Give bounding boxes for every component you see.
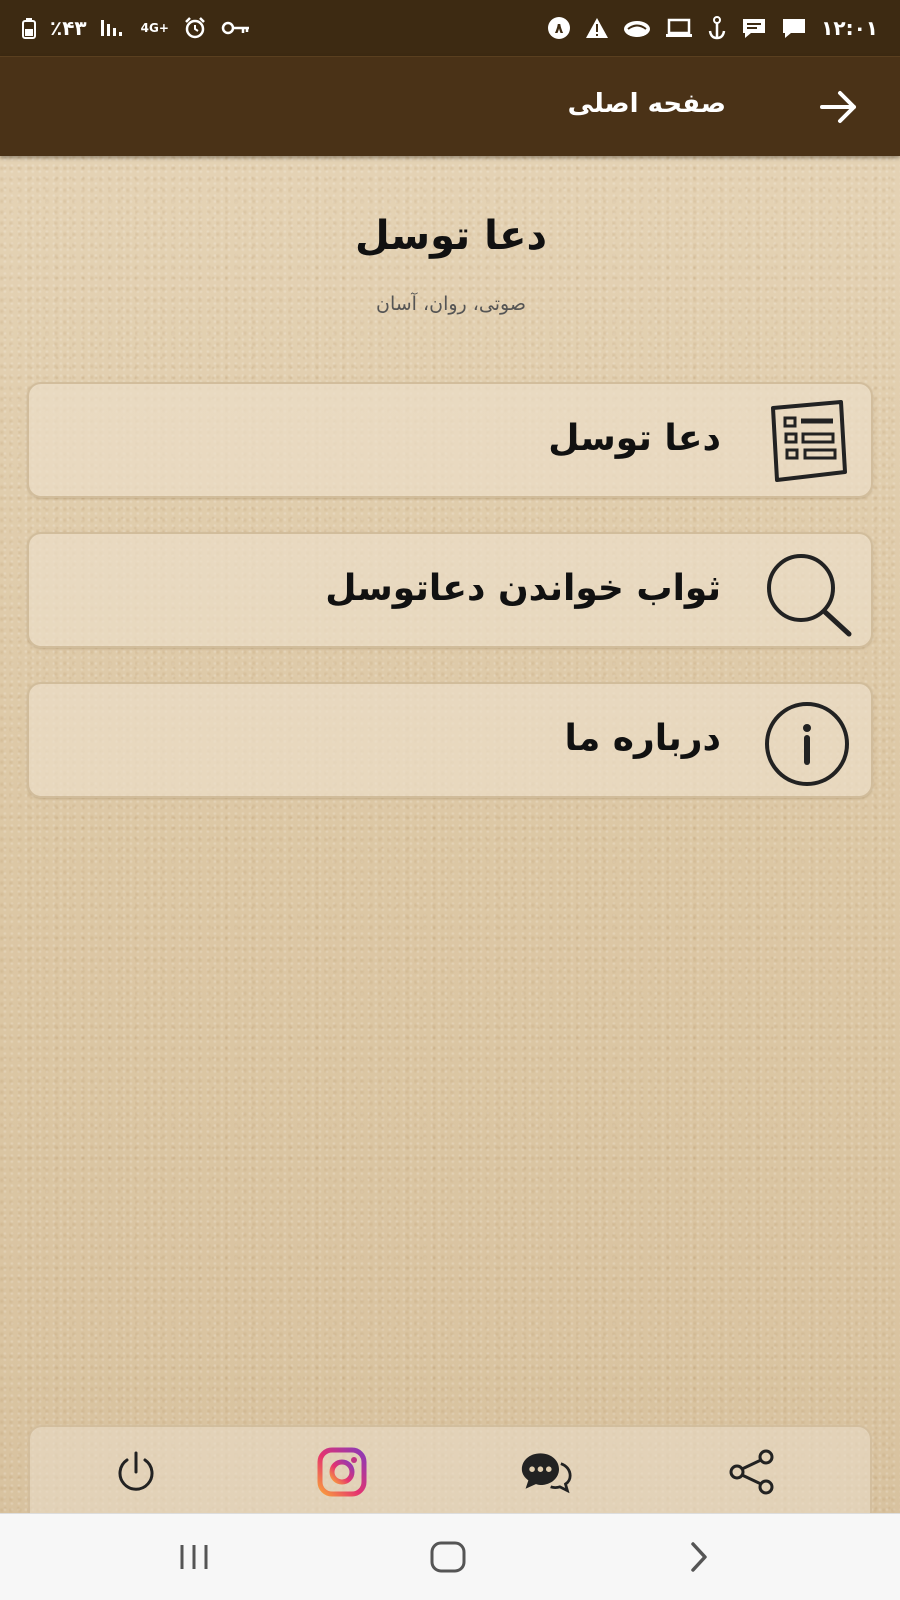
status-left: ٪۴۳ 4G+ — [22, 16, 251, 40]
message-icon — [741, 17, 767, 39]
anchor-icon — [707, 16, 727, 40]
menu-item-reward[interactable]: ثواب خواندن دعاتوسل — [27, 532, 873, 648]
alarm-icon — [183, 16, 207, 40]
battery-percent: ٪۴۳ — [50, 16, 87, 40]
recent-apps-icon[interactable] — [164, 1532, 224, 1582]
app-bar-title: صفحه اصلی — [567, 89, 726, 119]
status-bar: ٪۴۳ 4G+ ۸ ۱۲:۰۱ — [0, 0, 900, 56]
key-icon — [221, 20, 251, 36]
back-icon[interactable] — [668, 1532, 728, 1582]
network-type: 4G+ — [140, 21, 169, 35]
search-icon — [757, 544, 853, 640]
home-icon[interactable] — [418, 1532, 478, 1582]
bottom-toolbar — [28, 1425, 872, 1513]
power-icon[interactable] — [110, 1446, 162, 1498]
instagram-icon[interactable] — [316, 1446, 368, 1498]
menu-item-label: دعا توسل — [548, 418, 721, 459]
chat-icon[interactable] — [520, 1446, 572, 1498]
cloud-icon — [623, 18, 651, 38]
list-icon — [757, 394, 853, 490]
share-icon[interactable] — [726, 1446, 778, 1498]
menu-item-label: ثواب خواندن دعاتوسل — [325, 568, 721, 609]
chat-bubble-icon — [781, 17, 807, 39]
warning-icon — [585, 17, 609, 39]
signal-icon — [100, 18, 127, 38]
laptop-icon — [665, 18, 693, 38]
system-nav-bar — [0, 1513, 900, 1600]
page-title: دعا توسل — [355, 213, 547, 259]
menu-item-about[interactable]: درباره ما — [27, 682, 873, 798]
arrow-right-icon[interactable] — [818, 87, 860, 127]
battery-icon — [22, 17, 36, 39]
menu-item-label: درباره ما — [564, 718, 721, 759]
menu-item-dua-tavassol[interactable]: دعا توسل — [27, 382, 873, 498]
status-right: ۸ ۱۲:۰۱ — [547, 16, 878, 40]
app-bar: صفحه اصلی — [0, 56, 900, 156]
notification-badge-icon: ۸ — [547, 16, 571, 40]
page-subtitle: صوتی، روان، آسان — [376, 293, 526, 315]
info-icon — [757, 694, 853, 790]
svg-text:۸: ۸ — [555, 21, 564, 37]
clock: ۱۲:۰۱ — [821, 16, 878, 40]
